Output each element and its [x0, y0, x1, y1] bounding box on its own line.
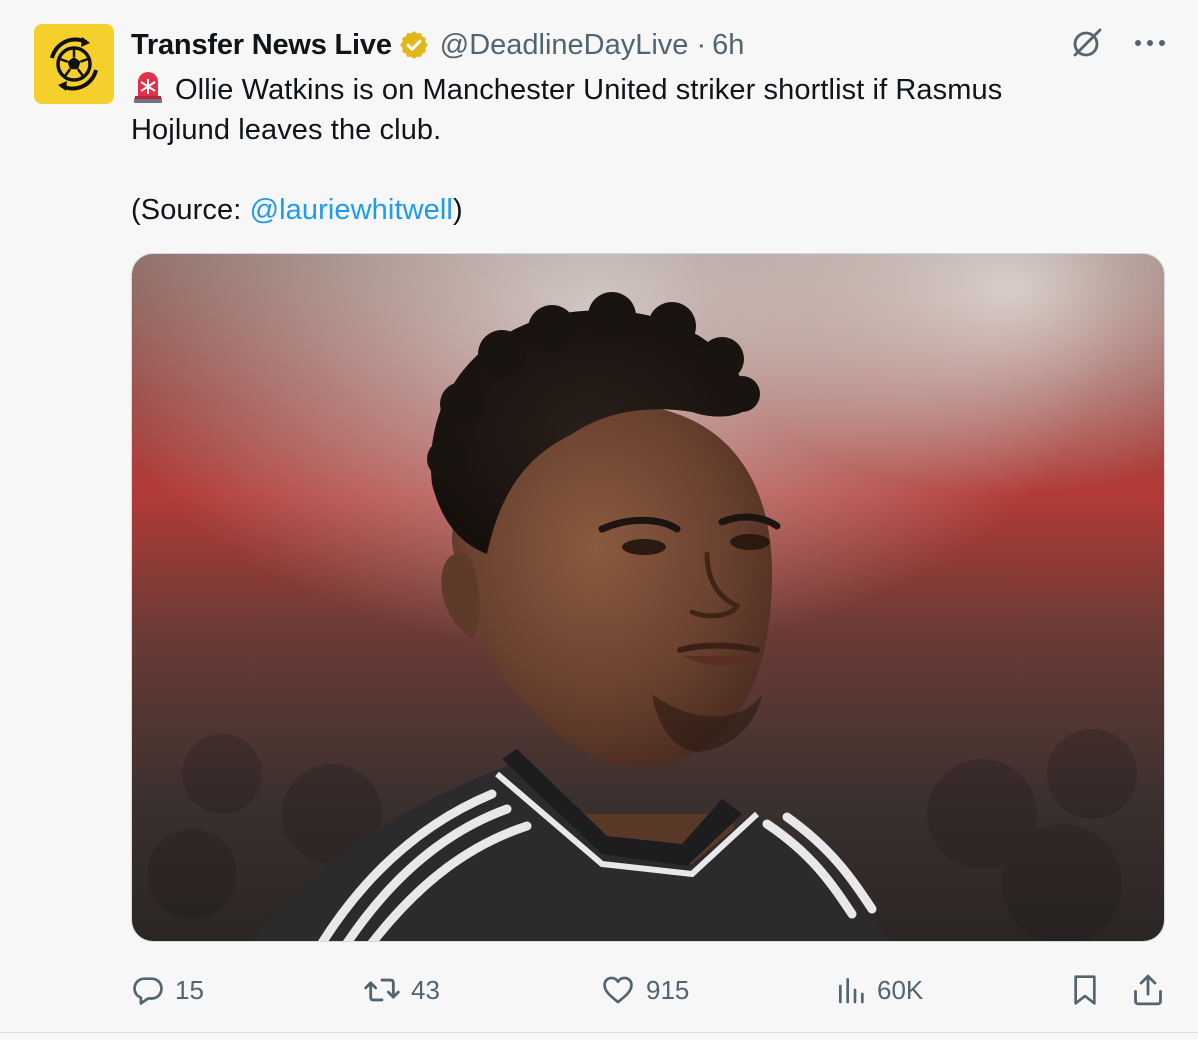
handle[interactable]: @DeadlineDayLive	[440, 29, 689, 62]
tweet-line-2: Hojlund leaves the club.	[131, 114, 442, 146]
tweet-header: Transfer News Live @DeadlineDayLive · 6h	[131, 26, 744, 64]
retweet-icon	[364, 978, 400, 1002]
siren-emoji-icon	[131, 70, 165, 104]
tweet-text-line1: Ollie Watkins is on Manchester United st…	[175, 74, 1003, 106]
soccer-ball-logo-icon	[50, 37, 98, 91]
share-icon	[1134, 974, 1162, 1006]
tweet-line-1: Ollie Watkins is on Manchester United st…	[131, 70, 1131, 110]
like-button[interactable]: 915	[600, 966, 689, 1014]
views-button[interactable]: 60K	[835, 966, 923, 1014]
bookmark-icon	[1074, 975, 1096, 1005]
reply-count: 15	[175, 974, 204, 1005]
display-name[interactable]: Transfer News Live	[131, 29, 392, 62]
bookmark-button[interactable]	[1069, 966, 1101, 1014]
tweet-photo[interactable]	[131, 253, 1165, 942]
share-button[interactable]	[1131, 966, 1165, 1014]
tweet-source-line: (Source: @lauriewhitwell)	[131, 190, 1131, 230]
avatar[interactable]	[34, 24, 114, 104]
verified-badge-icon[interactable]	[398, 29, 430, 61]
heart-icon	[603, 976, 633, 1004]
grok-icon[interactable]	[1070, 26, 1104, 60]
views-chart-icon	[839, 978, 864, 1004]
source-prefix: (Source:	[131, 194, 250, 226]
views-count: 60K	[877, 974, 924, 1005]
photo-illustration	[132, 254, 1164, 941]
separator-dot: ·	[696, 28, 707, 61]
like-count: 915	[646, 974, 690, 1005]
source-mention-link[interactable]: @lauriewhitwell	[250, 194, 453, 226]
action-bar: 15 43 915 60K	[131, 966, 1171, 1014]
retweet-button[interactable]: 43	[363, 966, 440, 1014]
source-suffix: )	[452, 194, 463, 226]
tweet-text: Ollie Watkins is on Manchester United st…	[131, 70, 1131, 230]
tweet[interactable]: Transfer News Live @DeadlineDayLive · 6h	[0, 0, 1198, 1033]
reply-button[interactable]: 15	[131, 966, 204, 1014]
top-actions	[1070, 26, 1166, 60]
retweet-count: 43	[411, 974, 440, 1005]
more-dots-icon[interactable]	[1134, 38, 1166, 48]
reply-icon	[133, 977, 163, 1005]
timestamp[interactable]: 6h	[712, 29, 744, 62]
